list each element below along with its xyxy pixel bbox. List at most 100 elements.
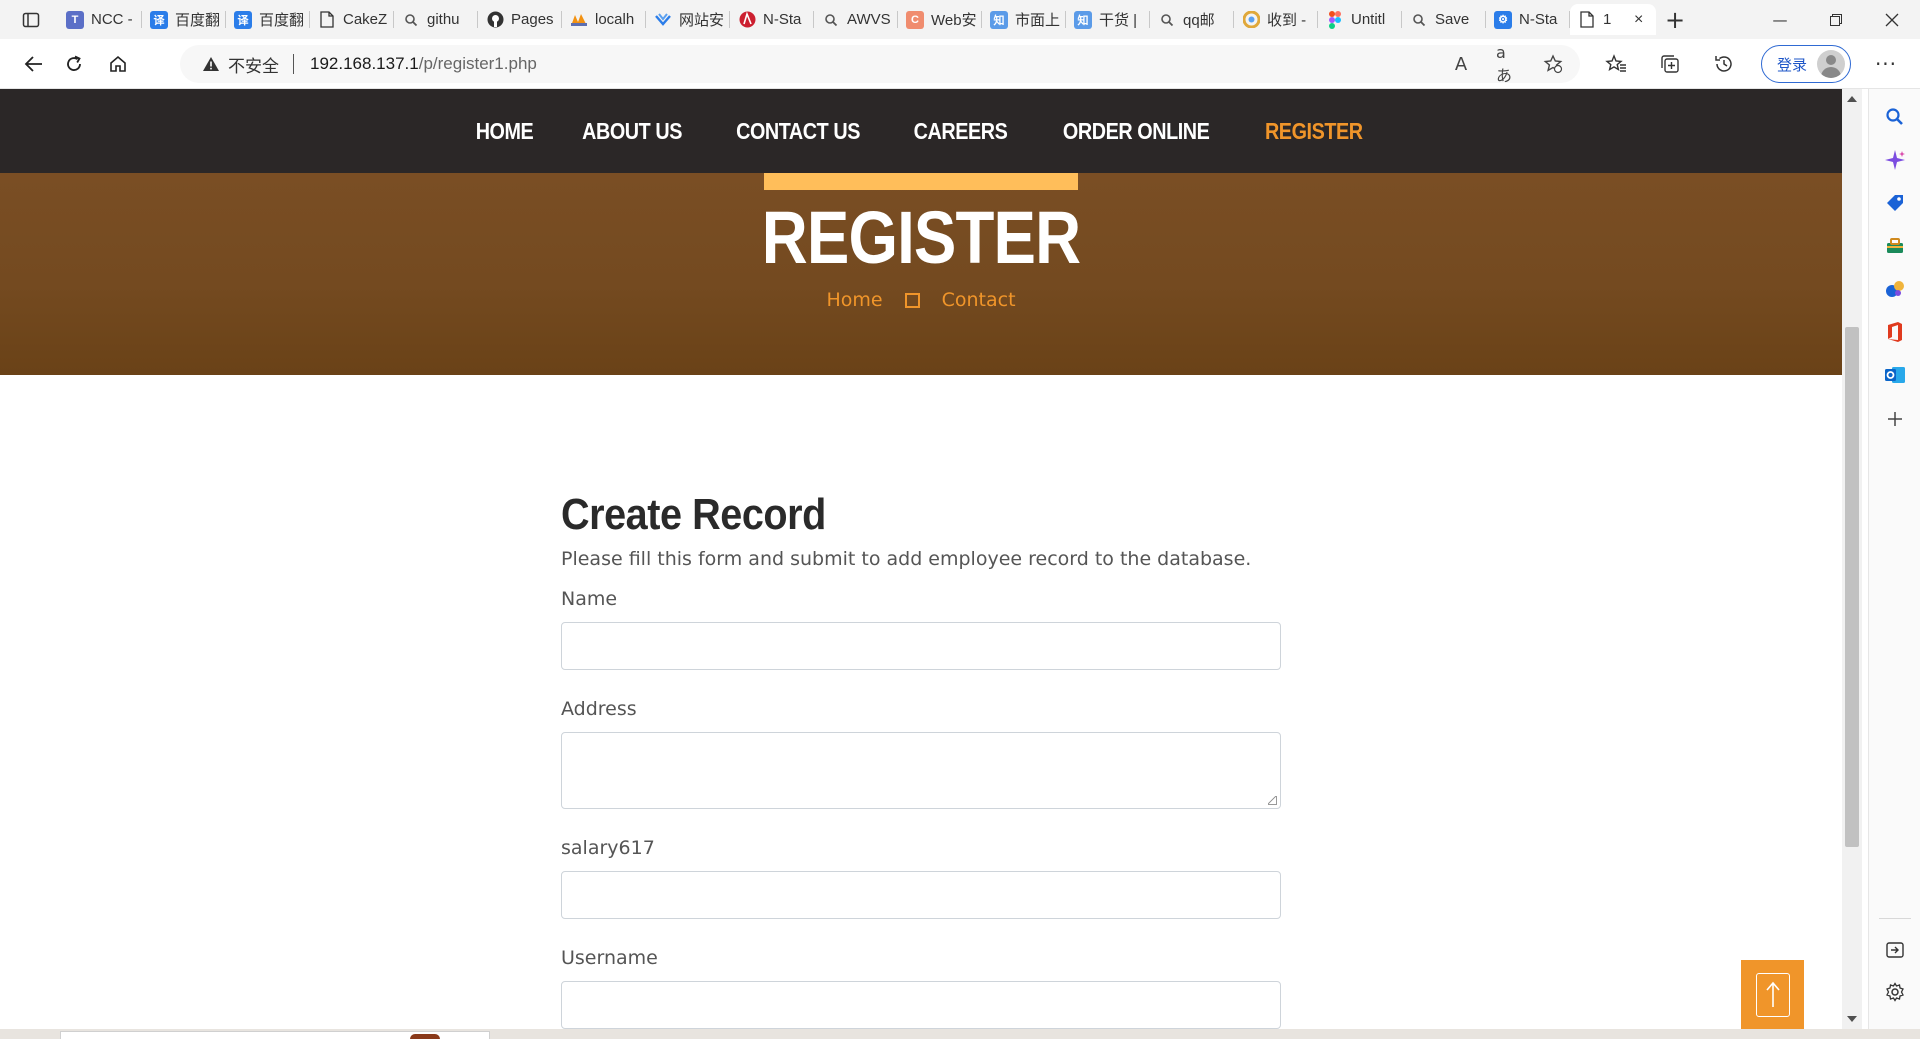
breadcrumb-contact-link[interactable]: Contact xyxy=(942,289,1016,311)
search-icon xyxy=(1410,11,1428,29)
address-textarea[interactable] xyxy=(561,732,1281,809)
nav-link-about-us[interactable]: ABOUT US xyxy=(582,89,682,173)
history-button[interactable] xyxy=(1708,48,1740,80)
avatar xyxy=(1817,50,1845,78)
translate-icon: 译 xyxy=(150,10,168,29)
search-icon xyxy=(822,11,840,29)
sidebar-games-icon[interactable] xyxy=(1883,277,1907,301)
page-icon xyxy=(318,11,336,29)
tab[interactable]: N-Sta xyxy=(730,4,814,35)
tab[interactable]: 知干货 | xyxy=(1066,4,1150,35)
tab[interactable]: githu xyxy=(394,4,478,35)
page-banner: REGISTER Home Contact xyxy=(0,173,1842,375)
sidebar-settings-icon[interactable] xyxy=(1883,980,1907,1004)
tab[interactable]: Pages xyxy=(478,4,562,35)
sidebar-shopping-icon[interactable] xyxy=(1883,191,1907,215)
name-input[interactable] xyxy=(561,622,1281,670)
restore-button[interactable] xyxy=(1808,0,1864,39)
nav-link-careers[interactable]: CAREERS xyxy=(914,89,1008,173)
tab[interactable]: Save xyxy=(1402,4,1486,35)
sidebar-add-icon[interactable] xyxy=(1883,407,1907,431)
new-tab-button[interactable]: + xyxy=(1660,6,1690,34)
sidebar-search-icon[interactable] xyxy=(1883,105,1907,129)
browser-tab-strip: T NCC - 译百度翻译百度翻 CakeZ githu Pages localh 网站安 N-… xyxy=(0,0,1920,39)
tab-list: T NCC - 译百度翻译百度翻 CakeZ githu Pages localh 网站安 N-… xyxy=(58,4,1656,35)
add-favorite-icon[interactable] xyxy=(1542,53,1564,75)
translate-icon: 译 xyxy=(234,10,252,29)
tab[interactable]: Untitl xyxy=(1318,4,1402,35)
tab[interactable]: 收到 - xyxy=(1234,4,1318,35)
tab-title: 1 xyxy=(1603,11,1612,28)
sidebar-copilot-icon[interactable] xyxy=(1883,148,1907,172)
nav-link-register[interactable]: REGISTER xyxy=(1265,89,1363,173)
tab[interactable]: 知市面上 xyxy=(982,4,1066,35)
tab[interactable]: qq邮 xyxy=(1150,4,1234,35)
tab-title: N-Sta xyxy=(1519,11,1558,28)
scroll-up-icon[interactable] xyxy=(1847,96,1857,102)
collections-button[interactable] xyxy=(1654,48,1686,80)
main-menu: HOME ABOUT US CONTACT US CAREERS ORDER ONLIN… xyxy=(0,89,1842,173)
tab[interactable]: 译百度翻 xyxy=(142,4,226,35)
search-icon xyxy=(1158,11,1176,29)
page-scrollbar[interactable] xyxy=(1842,89,1862,1029)
back-button[interactable] xyxy=(18,48,50,80)
tab[interactable]: 译百度翻 xyxy=(226,4,310,35)
taskbar-app-icon[interactable] xyxy=(410,1034,440,1039)
favorites-icon xyxy=(1605,54,1626,72)
tab[interactable]: AWVS xyxy=(814,4,898,35)
sidebar-hide-icon[interactable] xyxy=(1883,938,1907,962)
edge-sidebar xyxy=(1868,89,1920,1029)
tab[interactable]: CakeZ xyxy=(310,4,394,35)
history-icon xyxy=(1715,56,1732,72)
tab-title: Pages xyxy=(511,11,554,28)
insecure-label[interactable]: 不安全 xyxy=(228,52,279,77)
nav-link-order-online[interactable]: ORDER ONLINE xyxy=(1063,89,1210,173)
nav-link-contact-us[interactable]: CONTACT US xyxy=(736,89,860,173)
tab-actions-icon xyxy=(22,12,40,27)
close-window-button[interactable] xyxy=(1864,0,1920,39)
scroll-thumb[interactable] xyxy=(1845,327,1859,847)
close-tab-icon[interactable]: × xyxy=(1634,11,1643,29)
sidebar-outlook-icon[interactable] xyxy=(1883,363,1907,387)
tab-active[interactable]: 1 × xyxy=(1570,4,1656,35)
reload-button[interactable] xyxy=(58,48,90,80)
os-taskbar xyxy=(0,1029,1920,1039)
address-bar[interactable]: 不安全 192.168.137.1/p/register1.php A aあ xyxy=(180,43,1580,85)
tab[interactable]: C Web安 xyxy=(898,4,982,35)
home-button[interactable] xyxy=(102,48,134,80)
tab-title: NCC - xyxy=(91,11,133,28)
sidebar-tools-icon[interactable] xyxy=(1883,234,1907,258)
tool-icon: ⚙ xyxy=(1494,10,1512,29)
salary-input[interactable] xyxy=(561,871,1281,919)
favorites-button[interactable] xyxy=(1600,48,1632,80)
sidebar-office-icon[interactable] xyxy=(1883,320,1907,344)
tab[interactable]: ⚙ N-Sta xyxy=(1486,4,1570,35)
address-label: Address xyxy=(561,698,637,720)
breadcrumb-home-link[interactable]: Home xyxy=(826,289,882,311)
page-viewport: HOME ABOUT US CONTACT US CAREERS ORDER ONLIN… xyxy=(0,89,1842,1029)
url-text[interactable]: 192.168.137.1/p/register1.php xyxy=(310,54,537,74)
username-input[interactable] xyxy=(561,981,1281,1029)
translate-page-icon[interactable]: aあ xyxy=(1496,43,1518,85)
search-icon xyxy=(402,11,420,29)
login-button[interactable]: 登录 xyxy=(1761,45,1851,83)
tab-actions-button[interactable] xyxy=(8,6,54,33)
address-separator xyxy=(293,54,294,74)
sidebar-divider xyxy=(1879,918,1911,919)
url-host: 192.168.137.1 xyxy=(310,54,419,73)
tab[interactable]: localh xyxy=(562,4,646,35)
read-aloud-icon[interactable]: A xyxy=(1450,53,1472,75)
minimize-button[interactable]: — xyxy=(1752,0,1808,39)
tab-title: N-Sta xyxy=(763,11,802,28)
scroll-down-icon[interactable] xyxy=(1847,1016,1857,1022)
reload-icon xyxy=(67,55,81,71)
shield-fav-icon xyxy=(654,11,672,29)
tab[interactable]: 网站安 xyxy=(646,4,730,35)
tab-title: githu xyxy=(427,11,460,28)
tab-title: 百度翻 xyxy=(175,12,221,29)
tab[interactable]: T NCC - xyxy=(58,4,142,35)
more-menu-button[interactable]: ··· xyxy=(1870,48,1902,80)
back-to-top-button[interactable] xyxy=(1741,960,1804,1029)
page-title: REGISTER xyxy=(761,196,1081,279)
nav-link-home[interactable]: HOME xyxy=(476,89,534,173)
